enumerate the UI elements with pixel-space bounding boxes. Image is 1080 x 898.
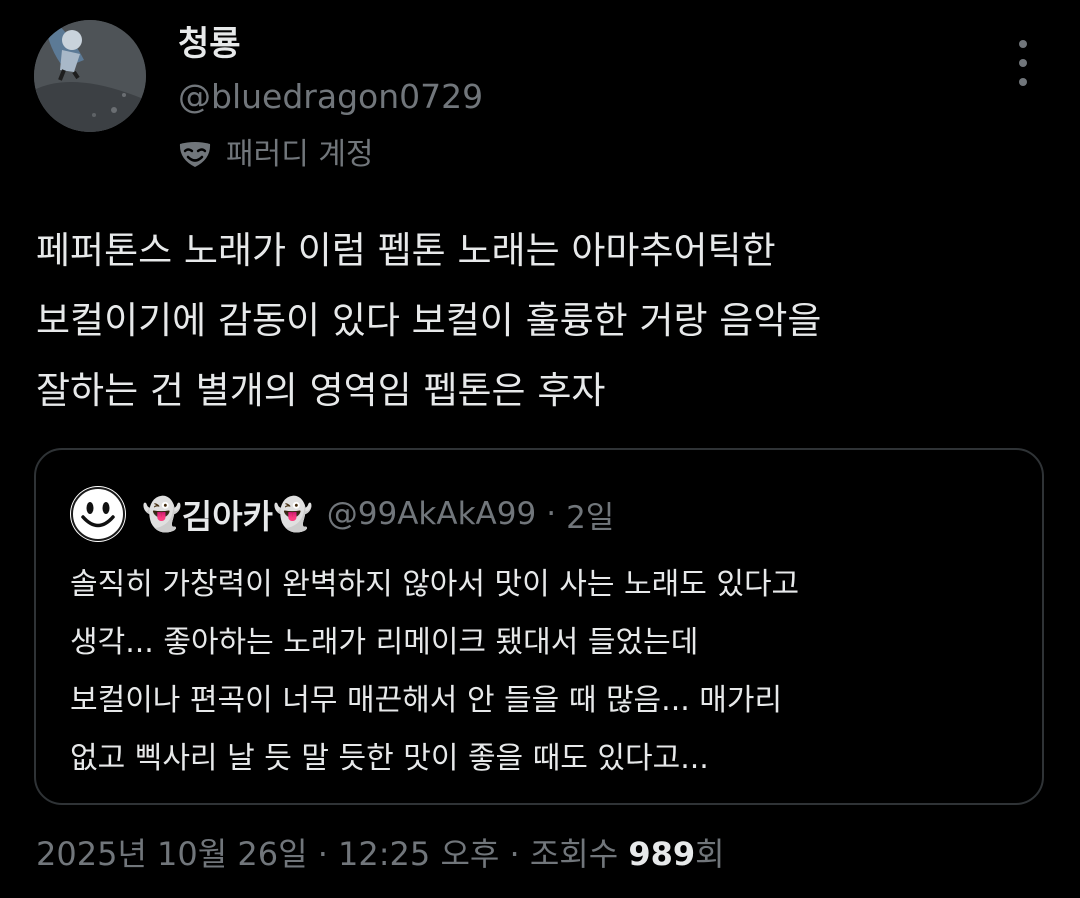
more-dot — [1019, 40, 1027, 48]
ghost-emoji-icon: 👻 — [142, 495, 182, 533]
quote-line: 솔직히 가창력이 완벽하지 않아서 맛이 사는 노래도 있다고 — [70, 567, 800, 602]
meta-separator: · — [546, 496, 557, 532]
author-display-name[interactable]: 청룡 — [178, 22, 241, 66]
views-suffix: 회 — [695, 835, 725, 873]
tweet-text: 페퍼톤스 노래가 이럼 펩톤 노래는 아마추어틱한 보컬이기에 감동이 있다 보… — [36, 216, 1046, 426]
quote-line: 생각... 좋아하는 노래가 리메이크 됐대서 들었는데 — [70, 625, 699, 660]
quote-line: 없고 삑사리 날 듯 말 듯한 맛이 좋을 때도 있다고... — [70, 741, 709, 776]
author-handle[interactable]: @bluedragon0729 — [178, 76, 483, 118]
quote-line: 보컬이나 편곡이 너무 매끈해서 안 들을 때 많음... 매가리 — [70, 683, 783, 718]
author-avatar[interactable] — [34, 20, 146, 132]
parody-account-label[interactable]: 패러디 계정 — [178, 134, 374, 176]
parody-mask-icon — [179, 142, 211, 167]
more-dot — [1019, 78, 1027, 86]
tweet-line: 페퍼톤스 노래가 이럼 펩톤 노래는 아마추어틱한 — [36, 229, 776, 272]
tweet-line: 잘하는 건 별개의 영역임 펩톤은 후자 — [36, 369, 606, 412]
parody-account-text: 패러디 계정 — [226, 137, 374, 172]
tweet-footer: 2025년 10월 26일 · 12:25 오후 · 조회수 989회 — [36, 832, 725, 876]
quoted-author-handle[interactable]: @99AkAkA99 — [327, 496, 536, 532]
more-options-icon[interactable] — [1008, 40, 1038, 86]
smiley-face-icon[interactable] — [70, 486, 126, 542]
quoted-tweet-card[interactable]: 👻 김아카 👻 @99AkAkA99 · 2일 솔직히 가창력이 완벽하지 않아… — [34, 448, 1044, 805]
avatar-photo — [34, 20, 146, 132]
quoted-tweet-text: 솔직히 가창력이 완벽하지 않아서 맛이 사는 노래도 있다고 생각... 좋아… — [70, 556, 1020, 788]
tweet-line: 보컬이기에 감동이 있다 보컬이 훌륭한 거랑 음악을 — [36, 299, 822, 342]
tweet-timestamp[interactable]: 2025년 10월 26일 · 12:25 오후 · 조회수 — [36, 835, 628, 873]
more-dot — [1019, 59, 1027, 67]
quoted-tweet-time[interactable]: 2일 — [566, 492, 614, 537]
views-count[interactable]: 989 — [628, 835, 695, 873]
ghost-emoji-icon: 👻 — [272, 495, 313, 533]
quoted-tweet-header: 👻 김아카 👻 @99AkAkA99 · 2일 — [70, 486, 614, 542]
quoted-author-name[interactable]: 김아카 — [182, 490, 273, 538]
